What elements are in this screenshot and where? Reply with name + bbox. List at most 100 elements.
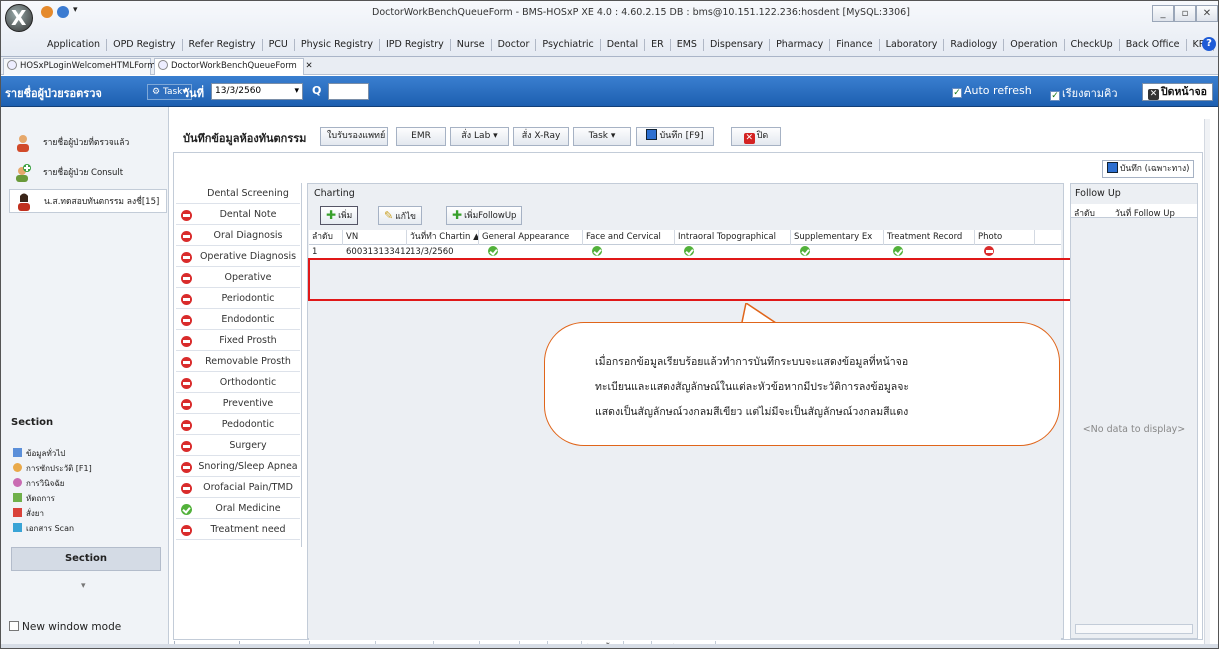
scan-icon bbox=[13, 523, 22, 532]
menu-item[interactable]: Doctor bbox=[492, 37, 536, 53]
medical-certificate-button[interactable]: ใบรับรองแพทย์ bbox=[320, 127, 388, 146]
followup-panel: Follow Up ลำดับ วันที่ Follow Up <No dat… bbox=[1070, 183, 1198, 639]
nav-item[interactable]: Pedodontic bbox=[176, 416, 300, 435]
restore-button[interactable]: ▫ bbox=[1174, 5, 1196, 22]
consult-patients-item[interactable]: รายชื่อผู้ป่วย Consult bbox=[9, 161, 167, 185]
nav-item[interactable]: Operative bbox=[176, 269, 300, 288]
auto-refresh-checkbox[interactable]: ✓ Auto refresh bbox=[952, 84, 1032, 98]
section-item-scan[interactable]: เอกสาร Scan bbox=[13, 522, 74, 535]
window-title: DoctorWorkBenchQueueForm - BMS-HOSxP XE … bbox=[372, 7, 910, 18]
nav-item[interactable]: Endodontic bbox=[176, 311, 300, 330]
column-header[interactable]: ลำดับ bbox=[309, 230, 343, 245]
menu-item[interactable]: Finance bbox=[830, 37, 878, 53]
close-screen-button[interactable]: ✕ ปิดหน้าจอ bbox=[1142, 83, 1213, 101]
quick-access-dropdown-icon[interactable]: ▾ bbox=[73, 5, 78, 15]
save-special-button[interactable]: บันทึก (เฉพาะทาง) bbox=[1102, 160, 1195, 178]
section-item-general[interactable]: ข้อมูลทั่วไป bbox=[13, 447, 65, 460]
section-item-history[interactable]: การซักประวัติ [F1] bbox=[13, 462, 92, 475]
menu-item[interactable]: Laboratory bbox=[880, 37, 944, 53]
column-header[interactable]: วันที่ทำ Chartin ▲ bbox=[407, 230, 479, 245]
minus-circle-icon bbox=[181, 315, 192, 326]
table-row[interactable]: 1 600313133412 13/3/2560 bbox=[309, 245, 1061, 259]
patient-list-item[interactable]: น.ส.ทดสอบทันตกรรม ลงชื่[15] bbox=[9, 189, 167, 213]
minimize-button[interactable]: _ bbox=[1152, 5, 1174, 22]
menu-item[interactable]: OPD Registry bbox=[107, 37, 181, 53]
nav-item[interactable]: Periodontic bbox=[176, 290, 300, 309]
followup-title: Follow Up bbox=[1075, 188, 1121, 199]
edit-button[interactable]: ✎ แก้ไข bbox=[378, 206, 422, 225]
add-button[interactable]: ✚ เพิ่ม bbox=[320, 206, 359, 225]
nav-item[interactable]: Preventive bbox=[176, 395, 300, 414]
menu-item[interactable]: Psychiatric bbox=[536, 37, 599, 53]
nav-item[interactable]: Orofacial Pain/TMD bbox=[176, 479, 300, 498]
nav-item[interactable]: Oral Medicine bbox=[176, 500, 300, 519]
app-menu-orb-icon[interactable]: X bbox=[5, 4, 33, 32]
section-item-diagnosis[interactable]: การวินิจฉัย bbox=[13, 477, 64, 490]
column-header[interactable]: Intraoral Topographical bbox=[675, 230, 791, 245]
nav-item[interactable]: Treatment need bbox=[176, 521, 300, 540]
nav-item[interactable]: Snoring/Sleep Apnea bbox=[176, 458, 300, 477]
menu-item[interactable]: IPD Registry bbox=[380, 37, 450, 53]
section-item-medication[interactable]: สั่งยา bbox=[13, 507, 44, 520]
nav-item[interactable]: Oral Diagnosis bbox=[176, 227, 300, 246]
tab-doctor-workbench[interactable]: DoctorWorkBenchQueueForm ✕ bbox=[154, 58, 313, 75]
section-item-procedure[interactable]: หัตถการ bbox=[13, 492, 55, 505]
close-window-button[interactable]: ✕ bbox=[1196, 5, 1218, 22]
task-menu-button[interactable]: Task ▾ bbox=[573, 127, 631, 146]
menu-item[interactable]: Pharmacy bbox=[770, 37, 829, 53]
add-followup-button[interactable]: ✚ เพิ่มFollowUp bbox=[446, 206, 523, 225]
menu-item[interactable]: Dispensary bbox=[704, 37, 769, 53]
column-header[interactable]: Face and Cervical bbox=[583, 230, 675, 245]
quick-access-icon[interactable] bbox=[41, 6, 53, 18]
nav-item-label: Periodontic bbox=[221, 293, 275, 304]
menu-item[interactable]: Nurse bbox=[451, 37, 491, 53]
menu-item[interactable]: ER bbox=[645, 37, 670, 53]
menu-item[interactable]: CheckUp bbox=[1065, 37, 1119, 53]
nav-item[interactable]: Operative Diagnosis bbox=[176, 248, 300, 267]
menu-item[interactable]: Dental bbox=[601, 37, 644, 53]
checked-patients-item[interactable]: รายชื่อผู้ป่วยที่ตรวจแล้ว bbox=[9, 131, 167, 155]
menu-item[interactable]: Back Office bbox=[1120, 37, 1186, 53]
vertical-scrollbar[interactable] bbox=[1204, 119, 1210, 648]
date-input[interactable]: 13/3/2560 bbox=[211, 83, 303, 100]
nav-item[interactable]: Dental Screening bbox=[176, 185, 300, 204]
save-button[interactable]: บันทึก [F9] bbox=[636, 127, 714, 146]
menu-item[interactable]: Application bbox=[41, 37, 106, 53]
sort-queue-checkbox[interactable]: ✓ เรียงตามคิว bbox=[1050, 84, 1118, 102]
minus-circle-icon bbox=[181, 378, 192, 389]
close-button[interactable]: ✕ ปิด bbox=[731, 127, 781, 146]
menu-item[interactable]: Refer Registry bbox=[183, 37, 262, 53]
order-lab-button[interactable]: สั่ง Lab ▾ bbox=[450, 127, 509, 146]
tab-close-icon[interactable]: ✕ bbox=[306, 61, 313, 71]
nav-item[interactable]: Fixed Prosth bbox=[176, 332, 300, 351]
menu-item[interactable]: EMS bbox=[671, 37, 703, 53]
menu-item[interactable]: Operation bbox=[1004, 37, 1063, 53]
menu-item[interactable]: Radiology bbox=[944, 37, 1003, 53]
tab-login-welcome[interactable]: HOSxPLoginWelcomeHTMLForm bbox=[3, 58, 156, 75]
menu-item[interactable]: PCU bbox=[263, 37, 294, 53]
nav-item[interactable]: Orthodontic bbox=[176, 374, 300, 393]
nav-item[interactable]: Removable Prosth bbox=[176, 353, 300, 372]
gear-icon: ⚙ bbox=[152, 87, 163, 97]
column-header[interactable]: Photo bbox=[975, 230, 1035, 245]
page-title: บันทึกข้อมูลห้องทันตกรรม bbox=[183, 132, 307, 145]
add-followup-label: เพิ่มFollowUp bbox=[464, 211, 517, 221]
column-header[interactable]: Supplementary Ex bbox=[791, 230, 884, 245]
help-icon[interactable]: ? bbox=[1202, 37, 1216, 51]
section-button[interactable]: Section bbox=[11, 547, 161, 571]
nav-item[interactable]: Surgery bbox=[176, 437, 300, 456]
new-window-mode-checkbox[interactable]: New window mode bbox=[9, 621, 121, 633]
no-data-text: <No data to display> bbox=[1082, 424, 1186, 435]
plus-icon: ✚ bbox=[452, 208, 463, 222]
column-header[interactable]: General Appearance bbox=[479, 230, 583, 245]
column-header[interactable]: Treatment Record bbox=[884, 230, 975, 245]
emr-button[interactable]: EMR bbox=[396, 127, 446, 146]
nav-item[interactable]: Dental Note bbox=[176, 206, 300, 225]
menu-item[interactable]: Physic Registry bbox=[295, 37, 379, 53]
queue-input[interactable] bbox=[328, 83, 369, 100]
home-icon[interactable] bbox=[57, 6, 69, 18]
column-header[interactable]: VN bbox=[343, 230, 407, 245]
horizontal-scrollbar[interactable] bbox=[1075, 624, 1193, 634]
order-xray-button[interactable]: สั่ง X-Ray bbox=[513, 127, 569, 146]
expand-chevron-icon[interactable]: ▾ bbox=[81, 581, 86, 591]
